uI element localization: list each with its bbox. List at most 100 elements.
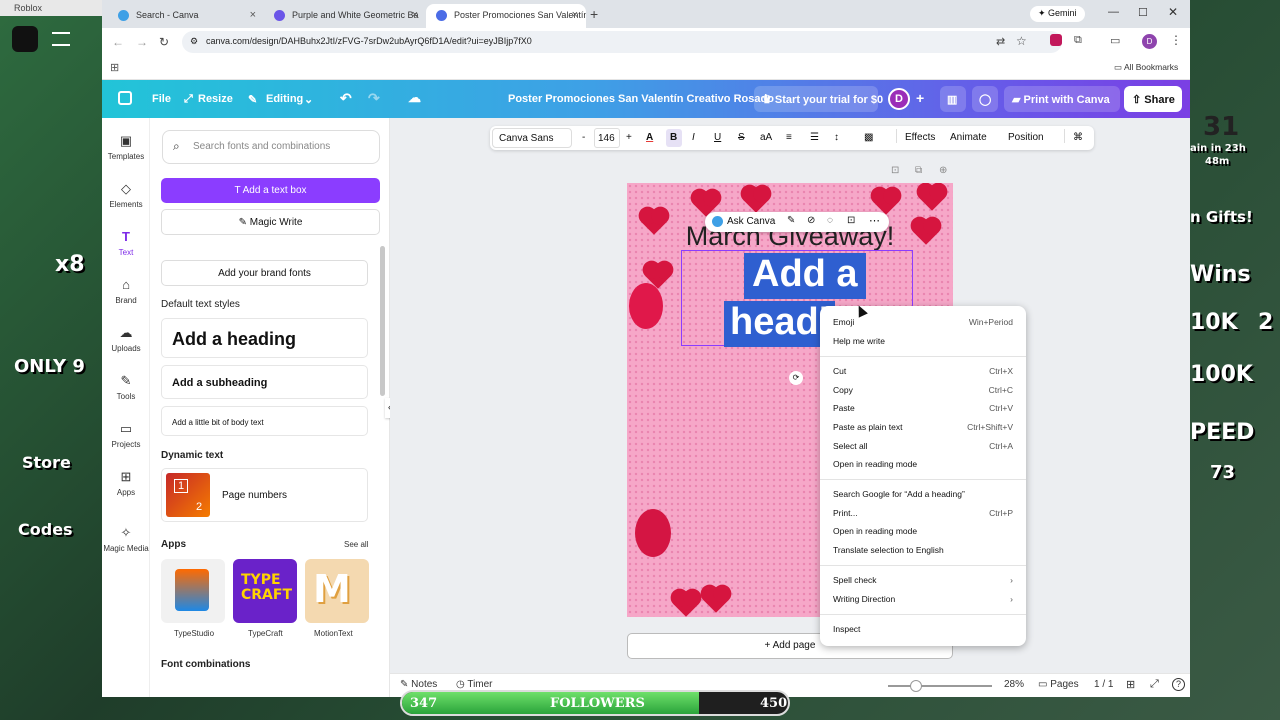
menu-item-cut[interactable]: Cut Ctrl+X (833, 366, 1013, 382)
magic-write-button[interactable]: ✎ Magic Write (161, 209, 380, 235)
menu-item-print[interactable]: Print... Ctrl+P (833, 508, 1013, 524)
link-icon[interactable]: ⊘ (807, 215, 815, 226)
reload-icon[interactable]: ↻ (159, 35, 169, 49)
sidebar-icon[interactable]: ▭ (1110, 34, 1120, 47)
forward-icon[interactable]: → (136, 35, 148, 49)
editing-mode-button[interactable]: Editing (266, 93, 303, 105)
menu-item-help-me-write[interactable]: Help me write (833, 336, 1013, 352)
rail-apps[interactable]: ⊞ Apps (102, 470, 150, 498)
font-size-decrease[interactable]: - (582, 132, 585, 143)
menu-item-writing-direction[interactable]: Writing Direction › (833, 594, 1013, 610)
redo-icon[interactable]: ↷ (368, 90, 380, 107)
close-icon[interactable]: × (412, 9, 418, 21)
animate-button[interactable]: Animate (950, 132, 987, 143)
translate-icon[interactable]: ⇄ (996, 35, 1005, 48)
menu-icon[interactable] (52, 32, 70, 46)
font-search-input[interactable]: ⌕ Search fonts and combinations (162, 130, 380, 164)
font-size-increase[interactable]: + (626, 132, 632, 143)
letter-case-icon[interactable]: aA (760, 132, 772, 143)
resize-button[interactable]: Resize (198, 93, 233, 105)
profile-avatar[interactable]: D (1142, 34, 1157, 49)
add-text-box-button[interactable]: T Add a text box (161, 178, 380, 203)
zoom-slider-thumb[interactable] (910, 680, 922, 692)
bookmark-star-icon[interactable]: ☆ (1016, 34, 1027, 48)
magic-edit-icon[interactable]: ✎ (787, 215, 795, 226)
transparency-icon[interactable]: ▩ (864, 132, 873, 143)
menu-item-paste[interactable]: Paste Ctrl+V (833, 403, 1013, 419)
browser-menu-icon[interactable]: ⋮ (1170, 33, 1182, 47)
font-family-select[interactable]: Canva Sans (492, 128, 572, 148)
tab-purple-geometric[interactable]: Purple and White Geometric Ba × (264, 4, 426, 28)
share-button[interactable]: ⇧ Share (1124, 86, 1182, 112)
maximize-button[interactable]: ☐ (1138, 6, 1148, 19)
heading-line-2[interactable]: headi (724, 301, 836, 347)
gemini-button[interactable]: ✦ Gemini (1030, 6, 1085, 22)
panel-scrollbar[interactable] (380, 246, 385, 396)
print-with-canva-button[interactable]: ▰ Print with Canva (1004, 86, 1120, 112)
heading-line-1[interactable]: Add a (744, 253, 866, 299)
close-icon[interactable]: × (572, 9, 578, 21)
lock-element-icon[interactable]: ⊡ (847, 215, 855, 226)
copy-style-icon[interactable]: ⌘ (1064, 129, 1083, 143)
roblox-logo-icon[interactable] (12, 26, 38, 52)
sidebar-toggle-icon[interactable] (118, 91, 132, 105)
file-menu[interactable]: File (152, 93, 171, 105)
menu-item-spell-check[interactable]: Spell check › (833, 575, 1013, 591)
all-bookmarks[interactable]: ▭ All Bookmarks (1114, 62, 1178, 73)
zoom-slider[interactable] (888, 685, 992, 687)
list-icon[interactable]: ☰ (810, 132, 819, 143)
bold-icon[interactable]: B (666, 129, 682, 147)
pages-button[interactable]: ▭ Pages (1038, 679, 1079, 690)
rail-text[interactable]: T Text (102, 230, 150, 258)
grid-view-icon[interactable]: ⊞ (1126, 678, 1135, 691)
chevron-down-icon[interactable]: ⌄ (304, 93, 313, 106)
rotate-handle-icon[interactable]: ⟳ (789, 371, 803, 385)
font-size-input[interactable]: 146 (594, 128, 620, 148)
position-button[interactable]: Position (1008, 132, 1044, 143)
cloud-save-icon[interactable]: ☁ (408, 90, 421, 106)
rail-magic-media[interactable]: ✧ Magic Media (102, 526, 150, 554)
menu-item-copy[interactable]: Copy Ctrl+C (833, 385, 1013, 401)
app-motiontext-tile[interactable]: M (305, 559, 369, 623)
app-typecraft-tile[interactable]: TYPE CRAFT (233, 559, 297, 623)
strikethrough-icon[interactable]: S (738, 132, 745, 143)
rail-templates[interactable]: ▣ Templates (102, 134, 150, 162)
new-tab-button[interactable]: + (590, 6, 598, 22)
tab-poster-san-valentin[interactable]: Poster Promociones San Valentín × (426, 4, 586, 28)
page-numbers-item[interactable]: 1 2 Page numbers (161, 468, 368, 522)
duplicate-page-icon[interactable]: ⧉ (915, 165, 922, 176)
rail-brand[interactable]: ⌂ Brand (102, 278, 150, 306)
add-heading-style[interactable]: Add a heading (161, 318, 368, 358)
add-collaborator-icon[interactable]: + (916, 90, 924, 106)
rail-tools[interactable]: ✎ Tools (102, 374, 150, 402)
minimize-button[interactable]: — (1108, 6, 1119, 18)
spacing-icon[interactable]: ↕ (834, 132, 839, 143)
user-avatar[interactable]: D (888, 88, 910, 110)
url-field[interactable]: ⚙ canva.com/design/DAHBuhx2JtI/zFVG-7srD… (182, 31, 1062, 53)
menu-item-translate[interactable]: Translate selection to English (833, 545, 1013, 561)
tab-search-canva[interactable]: Search - Canva × (108, 4, 264, 28)
menu-item-select-all[interactable]: Select all Ctrl+A (833, 441, 1013, 457)
more-options-icon[interactable]: ⋯ (869, 214, 880, 227)
add-page-icon[interactable]: ⊕ (939, 165, 947, 176)
effects-button[interactable]: Effects (896, 129, 935, 143)
rail-uploads[interactable]: ☁ Uploads (102, 326, 150, 354)
menu-item-paste-plain[interactable]: Paste as plain text Ctrl+Shift+V (833, 422, 1013, 438)
lock-icon[interactable]: ⊡ (891, 165, 899, 176)
menu-item-reading-mode-2[interactable]: Open in reading mode (833, 526, 1013, 542)
text-color-icon[interactable]: A (646, 132, 653, 143)
insights-chart-icon[interactable]: ▥ (940, 86, 966, 112)
extensions-puzzle-icon[interactable]: ⧉ (1074, 34, 1082, 47)
see-all-link[interactable]: See all (344, 540, 368, 549)
menu-item-emoji[interactable]: Emoji Win+Period (833, 317, 1013, 333)
notes-button[interactable]: ✎ Notes (400, 679, 437, 690)
add-subheading-style[interactable]: Add a subheading (161, 365, 368, 399)
rail-projects[interactable]: ▭ Projects (102, 422, 150, 450)
site-info-icon[interactable]: ⚙ (190, 36, 198, 47)
app-typestudio-tile[interactable] (161, 559, 225, 623)
menu-item-search-google[interactable]: Search Google for “Add a heading” (833, 489, 1013, 505)
apps-grid-icon[interactable]: ⊞ (110, 61, 119, 74)
start-trial-button[interactable]: ♛ Start your trial for $0 (754, 86, 883, 112)
document-title[interactable]: Poster Promociones San Valentín Creativo… (508, 93, 774, 105)
rail-elements[interactable]: ◇ Elements (102, 182, 150, 210)
